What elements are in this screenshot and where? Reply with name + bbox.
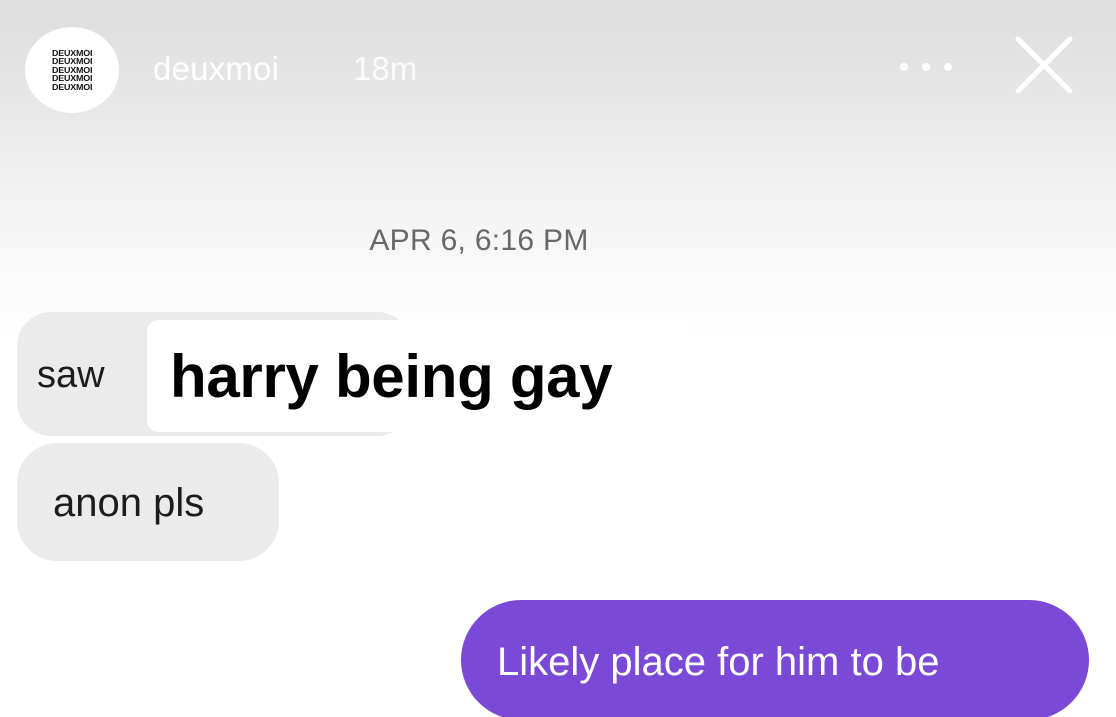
dot [944, 63, 952, 71]
avatar-logo-text: DEUXMOI [51, 81, 93, 92]
story-time: 18m [353, 50, 418, 87]
outgoing-message-text: Likely place for him to be [497, 640, 940, 684]
incoming-message-text: anon pls [53, 481, 205, 525]
story-viewer: DEUXMOI DEUXMOI DEUXMOI DEUXMOI DEUXMOI … [0, 0, 1116, 717]
incoming-message-text: saw [37, 354, 105, 396]
more-horizontal-icon[interactable] [900, 54, 952, 80]
text-sticker-label: harry being gay [170, 343, 613, 410]
dot [922, 63, 930, 71]
close-icon[interactable] [1012, 33, 1076, 97]
dot [900, 63, 908, 71]
story-username[interactable]: deuxmoi [153, 49, 279, 89]
message-timestamp: APR 6, 6:16 PM [369, 224, 589, 257]
avatar[interactable]: DEUXMOI DEUXMOI DEUXMOI DEUXMOI DEUXMOI [25, 27, 119, 113]
